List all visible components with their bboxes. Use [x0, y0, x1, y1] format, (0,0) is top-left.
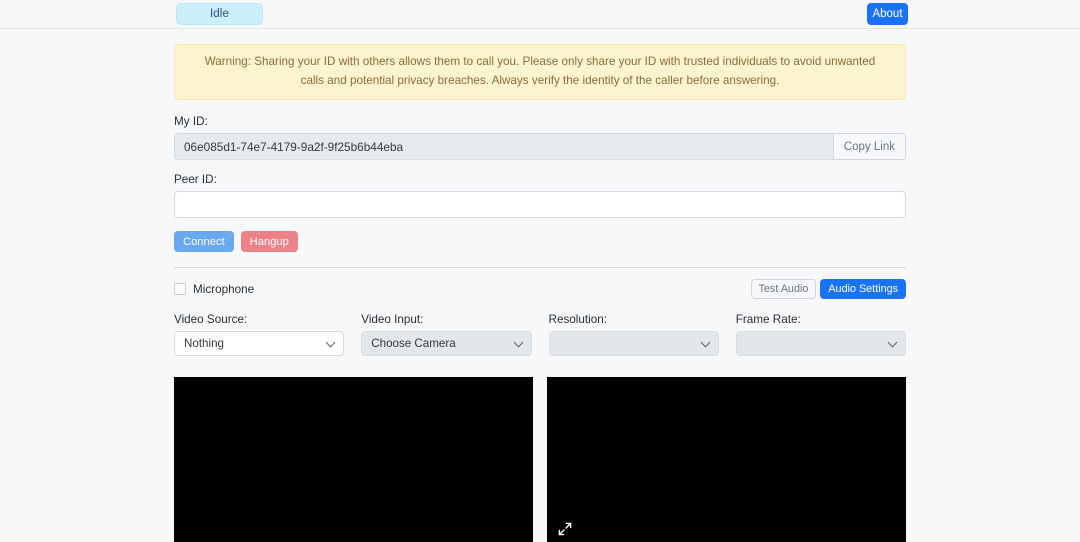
my-id-input[interactable]: [174, 133, 834, 160]
about-button[interactable]: About: [867, 3, 908, 25]
chevron-down-icon: [325, 337, 336, 347]
frame-rate-label: Frame Rate:: [735, 313, 801, 326]
resolution-label: Resolution:: [548, 313, 607, 326]
video-source-group: Video Source: Nothing: [174, 313, 345, 356]
video-source-select[interactable]: Nothing: [174, 331, 345, 356]
test-audio-button[interactable]: Test Audio: [750, 279, 817, 299]
fullscreen-expand-icon[interactable]: [558, 522, 572, 536]
device-selectors: Video Source: Nothing Video Input: Choos…: [174, 313, 906, 356]
microphone-checkbox[interactable]: [174, 283, 186, 295]
video-input-select[interactable]: Choose Camera: [361, 331, 532, 356]
section-divider: [174, 267, 906, 268]
peer-id-row: [174, 191, 906, 218]
resolution-select[interactable]: [548, 331, 719, 356]
peer-id-input[interactable]: [174, 191, 906, 218]
call-controls: Connect Hangup: [174, 231, 906, 252]
resolution-group: Resolution:: [548, 313, 719, 356]
main-content: Warning: Sharing your ID with others all…: [174, 29, 906, 542]
media-controls-row: Microphone Test Audio Audio Settings: [174, 279, 906, 299]
remote-video-panel[interactable]: [547, 377, 906, 542]
local-video-panel[interactable]: [174, 377, 533, 542]
video-source-value: Nothing: [184, 337, 224, 350]
video-input-label: Video Input:: [361, 313, 424, 326]
my-id-label: My ID:: [174, 115, 208, 128]
top-bar: Idle About: [0, 0, 1080, 29]
copy-link-button[interactable]: Copy Link: [833, 133, 906, 160]
video-input-value: Choose Camera: [371, 337, 456, 350]
hangup-button[interactable]: Hangup: [240, 231, 298, 252]
status-badge: Idle: [176, 3, 263, 25]
peer-id-label: Peer ID:: [174, 173, 217, 186]
privacy-warning-banner: Warning: Sharing your ID with others all…: [174, 44, 906, 100]
my-id-row: Copy Link: [174, 133, 906, 160]
microphone-label: Microphone: [193, 282, 255, 296]
chevron-down-icon: [700, 337, 711, 347]
frame-rate-group: Frame Rate:: [735, 313, 906, 356]
microphone-toggle-group[interactable]: Microphone: [174, 283, 254, 296]
video-source-label: Video Source:: [174, 313, 248, 326]
chevron-down-icon: [513, 337, 523, 347]
audio-settings-button[interactable]: Audio Settings: [820, 279, 906, 299]
video-panels: [174, 377, 906, 542]
chevron-down-icon: [887, 337, 898, 347]
video-input-group: Video Input: Choose Camera: [361, 313, 532, 356]
connect-button[interactable]: Connect: [174, 231, 234, 252]
audio-buttons-group: Test Audio Audio Settings: [750, 279, 906, 299]
frame-rate-select[interactable]: [735, 331, 906, 356]
